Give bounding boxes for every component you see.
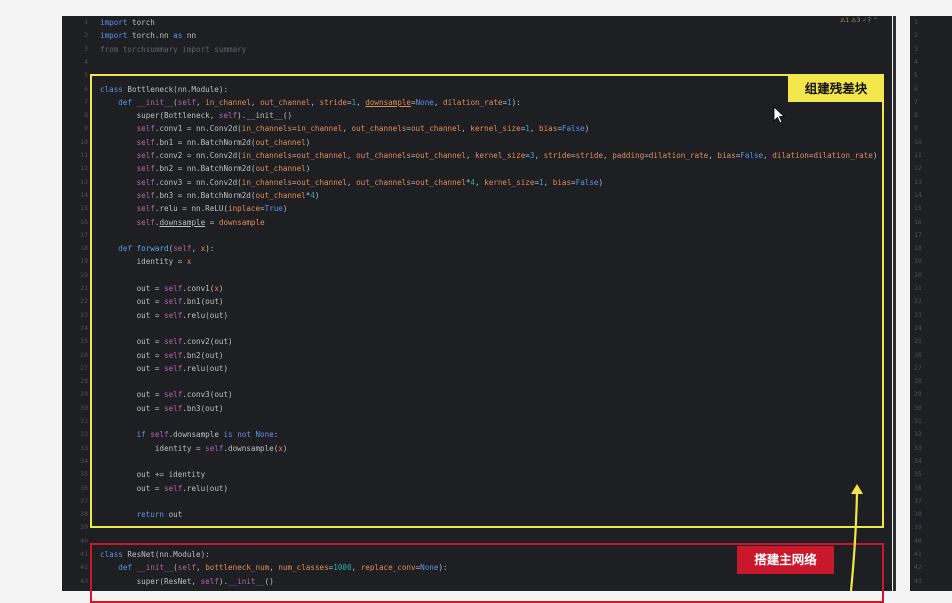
arrow-up-icon: [849, 484, 863, 591]
mouse-cursor-icon: [773, 106, 786, 124]
annotation-overlay: [773, 106, 863, 591]
